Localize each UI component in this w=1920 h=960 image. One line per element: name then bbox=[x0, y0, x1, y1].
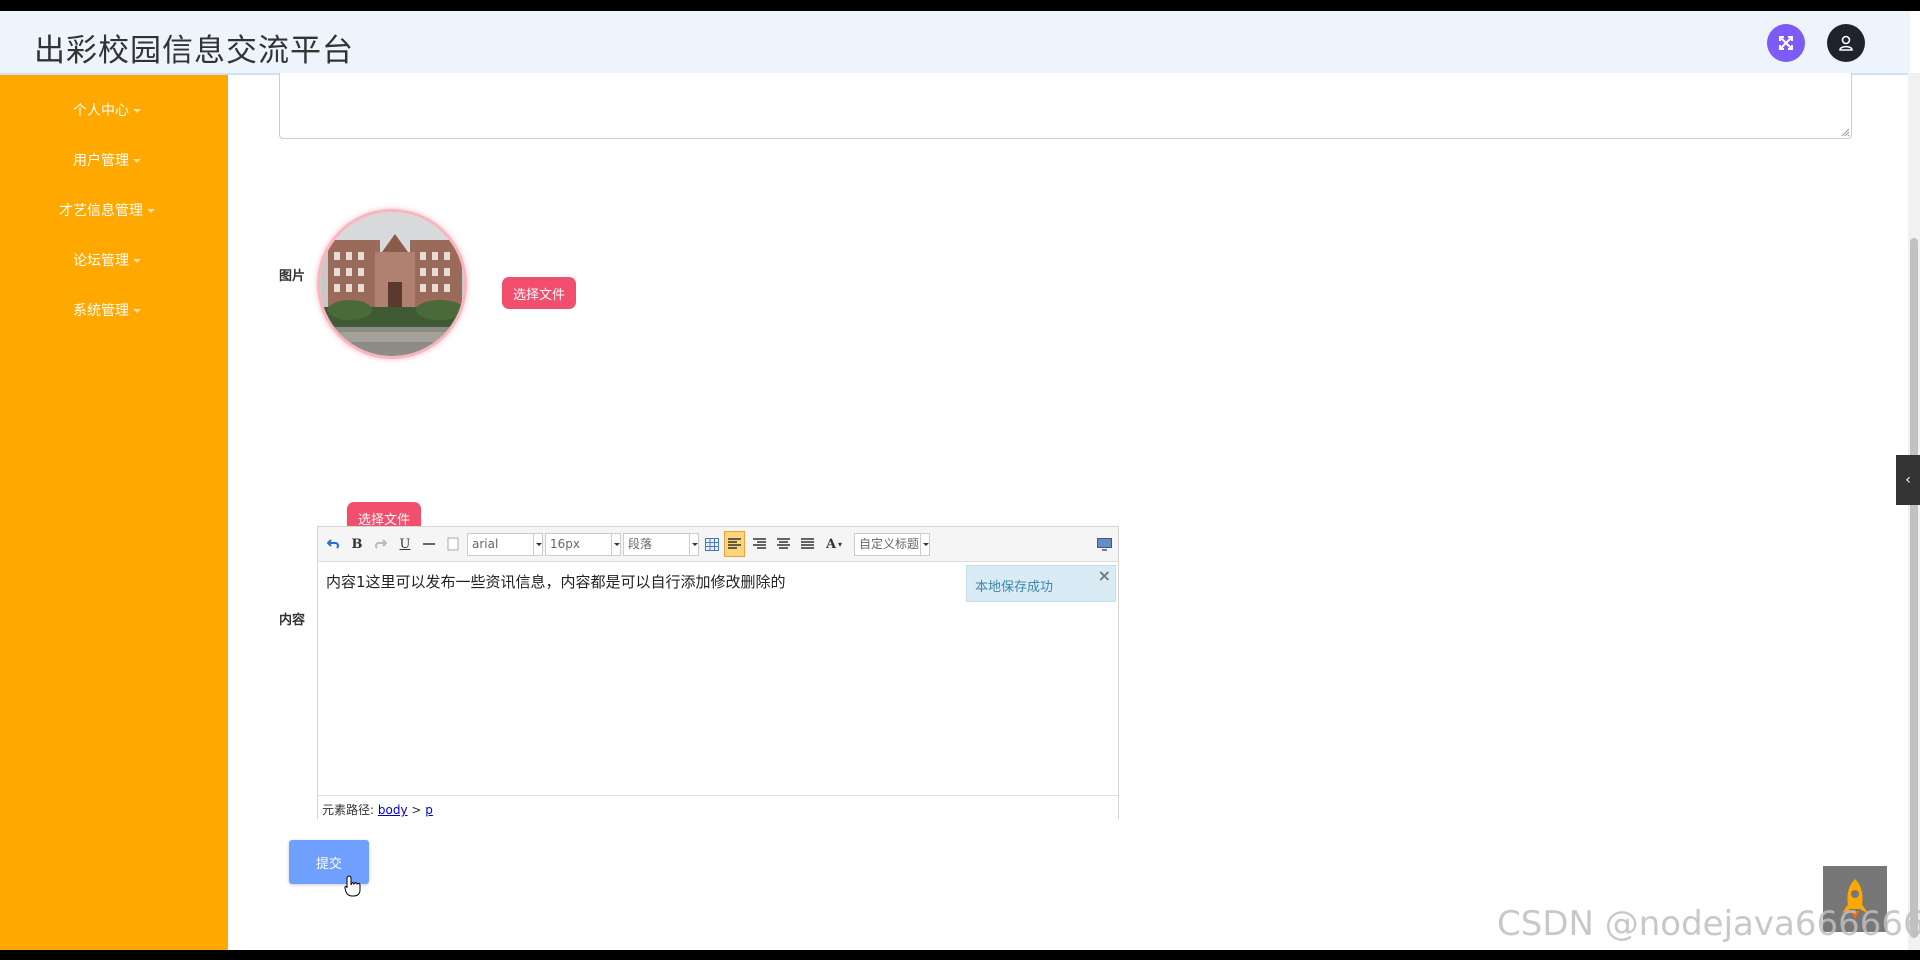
table-icon bbox=[705, 537, 719, 551]
image-upload-button[interactable]: 选择文件 bbox=[502, 277, 577, 309]
hand-cursor-icon bbox=[344, 875, 361, 897]
top-header: 出彩校园信息交流平台 bbox=[0, 11, 1910, 75]
page-scrollbar[interactable] bbox=[1908, 73, 1920, 950]
page-icon bbox=[447, 537, 459, 551]
page-button[interactable] bbox=[446, 534, 460, 554]
align-center-icon bbox=[776, 538, 790, 549]
app-window: 出彩校园信息交流平台 个人中心 用户管理 才艺信息管理 论坛管理 系统管理 图片… bbox=[0, 11, 1920, 950]
underline-button[interactable]: U bbox=[398, 534, 412, 554]
font-family-select[interactable]: arial bbox=[467, 533, 543, 556]
sidebar-item-forum-management[interactable]: 论坛管理 bbox=[0, 250, 214, 270]
align-left-icon bbox=[728, 538, 741, 549]
redo-icon bbox=[374, 539, 387, 549]
description-textarea[interactable] bbox=[279, 73, 1852, 139]
bold-icon: B bbox=[351, 536, 363, 552]
toast-message: 本地保存成功 bbox=[975, 580, 1054, 595]
caret-down-icon bbox=[133, 109, 141, 113]
element-path-bar: 元素路径: body > p bbox=[318, 795, 1118, 819]
font-color-icon: A bbox=[825, 536, 837, 552]
rich-text-editor: B U arial 16px 段落 A ▾ 自定义标题 内容1这里可以发布一些资… bbox=[317, 526, 1119, 819]
path-label: 元素路径: bbox=[322, 803, 375, 817]
paragraph-select[interactable]: 段落 bbox=[623, 533, 699, 556]
undo-icon bbox=[327, 539, 340, 549]
campus-photo bbox=[320, 212, 464, 356]
align-right-button[interactable] bbox=[750, 534, 768, 554]
sidebar-item-label: 系统管理 bbox=[73, 303, 129, 319]
dropdown-arrow-icon bbox=[920, 534, 929, 555]
custom-title-select[interactable]: 自定义标题 bbox=[854, 533, 930, 556]
sidebar-item-talent-management[interactable]: 才艺信息管理 bbox=[0, 200, 214, 220]
align-left-button[interactable] bbox=[724, 531, 745, 557]
uploaded-image-preview bbox=[317, 209, 467, 359]
fullscreen-editor-button[interactable] bbox=[1096, 534, 1112, 554]
align-right-icon bbox=[752, 538, 766, 549]
chevron-left-icon: ‹ bbox=[1905, 472, 1911, 488]
horizontal-line-icon bbox=[423, 543, 435, 545]
caret-down-icon bbox=[133, 309, 141, 313]
expand-icon bbox=[1779, 36, 1793, 50]
underline-icon: U bbox=[399, 536, 411, 552]
path-p-link[interactable]: p bbox=[425, 803, 433, 817]
content-label: 内容 bbox=[279, 613, 306, 628]
sidebar-item-label: 个人中心 bbox=[73, 103, 129, 119]
dropdown-arrow-icon bbox=[689, 534, 698, 555]
font-size-value: 16px bbox=[550, 537, 580, 551]
app-title: 出彩校园信息交流平台 bbox=[34, 33, 354, 69]
sidebar: 个人中心 用户管理 才艺信息管理 论坛管理 系统管理 bbox=[0, 75, 228, 950]
align-justify-icon bbox=[800, 538, 814, 549]
dropdown-arrow-icon: ▾ bbox=[838, 539, 843, 549]
resize-grip-icon[interactable] bbox=[1840, 127, 1850, 137]
caret-down-icon bbox=[147, 209, 155, 213]
insert-table-button[interactable] bbox=[703, 534, 721, 554]
save-success-toast: 本地保存成功 × bbox=[966, 565, 1116, 602]
sidebar-item-personal-center[interactable]: 个人中心 bbox=[0, 100, 214, 120]
side-panel-toggle[interactable]: ‹ bbox=[1896, 455, 1920, 505]
csdn-watermark: CSDN @nodejava666666 bbox=[1497, 904, 1920, 944]
redo-button[interactable] bbox=[373, 534, 387, 554]
sidebar-item-user-management[interactable]: 用户管理 bbox=[0, 150, 214, 170]
sidebar-item-label: 论坛管理 bbox=[73, 253, 129, 269]
bold-button[interactable]: B bbox=[350, 534, 364, 554]
user-menu-button[interactable] bbox=[1827, 24, 1865, 62]
custom-title-value: 自定义标题 bbox=[859, 537, 920, 551]
sidebar-item-label: 用户管理 bbox=[73, 153, 129, 169]
font-family-value: arial bbox=[472, 537, 499, 551]
align-center-button[interactable] bbox=[774, 534, 792, 554]
path-body-link[interactable]: body bbox=[378, 803, 408, 817]
dropdown-arrow-icon bbox=[533, 534, 542, 555]
editor-toolbar: B U arial 16px 段落 A ▾ 自定义标题 bbox=[318, 527, 1118, 562]
image-label: 图片 bbox=[279, 269, 306, 284]
sidebar-item-label: 才艺信息管理 bbox=[59, 203, 143, 219]
scrollbar-thumb[interactable] bbox=[1910, 238, 1918, 938]
align-justify-button[interactable] bbox=[798, 534, 816, 554]
caret-down-icon bbox=[133, 259, 141, 263]
font-size-select[interactable]: 16px bbox=[545, 533, 621, 556]
path-separator: > bbox=[411, 803, 422, 817]
close-icon[interactable]: × bbox=[1098, 566, 1111, 585]
paragraph-value: 段落 bbox=[628, 537, 653, 551]
font-color-button[interactable]: A ▾ bbox=[822, 534, 846, 554]
undo-button[interactable] bbox=[326, 534, 342, 554]
monitor-icon bbox=[1096, 537, 1112, 551]
horizontal-rule-button[interactable] bbox=[422, 534, 436, 554]
fullscreen-button[interactable] bbox=[1767, 24, 1805, 62]
user-icon bbox=[1839, 35, 1853, 51]
dropdown-arrow-icon bbox=[611, 534, 620, 555]
sidebar-item-system-management[interactable]: 系统管理 bbox=[0, 300, 214, 320]
caret-down-icon bbox=[133, 159, 141, 163]
